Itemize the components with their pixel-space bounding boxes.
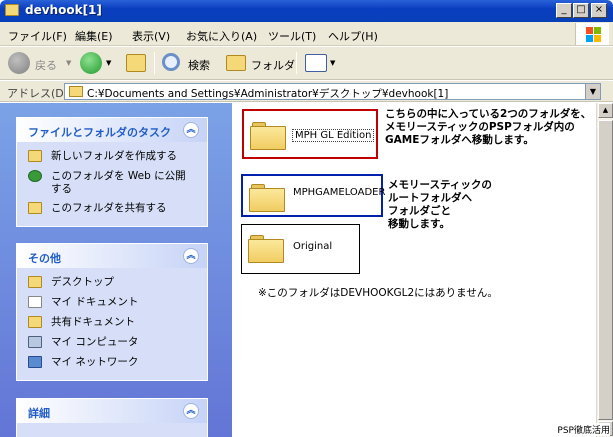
details-panel-header[interactable]: 詳細 ︽ — [17, 399, 207, 423]
forward-arrow-icon[interactable] — [80, 52, 102, 74]
task-label[interactable]: このフォルダを共有する — [51, 202, 167, 215]
close-button[interactable]: × — [591, 3, 607, 18]
task-share-folder[interactable]: このフォルダを共有する — [17, 200, 207, 220]
menu-file[interactable]: ファイル(F) — [8, 28, 67, 44]
scroll-up-icon[interactable]: ▲ — [598, 103, 613, 118]
menu-favorites[interactable]: お気に入り(A) — [186, 28, 257, 44]
folder-name[interactable]: MPHGAMELOADER — [293, 187, 385, 198]
task-pane: ファイルとフォルダのタスク ︽ 新しいフォルダを作成する このフォルダを Web… — [0, 103, 232, 437]
computer-icon — [28, 336, 42, 348]
place-my-network[interactable]: マイ ネットワーク — [17, 354, 207, 374]
address-bar: アドレス(D) C:¥Documents and Settings¥Admini… — [0, 81, 613, 102]
share-folder-icon — [28, 202, 42, 214]
address-path[interactable]: C:¥Documents and Settings¥Administrator¥… — [87, 86, 448, 101]
toolbar-separator — [296, 52, 297, 74]
place-desktop[interactable]: デスクトップ — [17, 274, 207, 294]
title-bar: devhook[1] _ □ × — [0, 0, 613, 22]
task-label[interactable]: 新しいフォルダを作成する — [51, 150, 177, 163]
documents-icon — [28, 296, 42, 308]
views-icon[interactable] — [305, 54, 327, 72]
globe-icon — [28, 170, 42, 182]
folder-up-icon[interactable] — [126, 54, 146, 72]
folder-item-mph-gl-edition[interactable]: MPH GL Edition — [242, 109, 378, 159]
red-annotation: こちらの中に入っている2つのフォルダを、 メモリースティックのPSPフォルダ内の… — [385, 108, 592, 146]
views-dropdown-icon[interactable]: ▼ — [330, 59, 335, 67]
address-field[interactable]: C:¥Documents and Settings¥Administrator¥… — [64, 83, 601, 100]
folder-name[interactable]: Original — [293, 241, 332, 252]
menu-view[interactable]: 表示(V) — [132, 28, 170, 44]
folders-icon[interactable] — [226, 55, 246, 71]
address-dropdown-icon[interactable]: ▼ — [585, 84, 600, 99]
window-title: devhook[1] — [25, 3, 102, 17]
task-new-folder[interactable]: 新しいフォルダを作成する — [17, 148, 207, 168]
folders-button[interactable]: フォルダ — [251, 57, 295, 73]
forward-dropdown-icon[interactable]: ▼ — [106, 59, 111, 67]
place-label[interactable]: デスクトップ — [51, 276, 114, 289]
places-panel-header[interactable]: その他 ︽ — [17, 244, 207, 268]
new-folder-icon — [28, 150, 42, 162]
desktop-icon — [28, 276, 42, 288]
details-panel: 詳細 ︽ — [16, 398, 208, 437]
folder-icon — [250, 120, 286, 150]
maximize-button[interactable]: □ — [573, 3, 589, 18]
folder-note: ※このフォルダはDEVHOOKGL2にはありません。 — [258, 287, 498, 299]
back-arrow-icon[interactable] — [8, 52, 30, 74]
details-panel-title: 詳細 — [28, 407, 50, 420]
menu-tools[interactable]: ツール(T) — [268, 28, 316, 44]
folder-name[interactable]: MPH GL Edition — [292, 129, 375, 142]
task-label[interactable]: このフォルダを Web に公開 する — [51, 170, 186, 196]
folder-icon — [5, 4, 19, 16]
shared-folder-icon — [28, 316, 42, 328]
address-label: アドレス(D) — [7, 87, 69, 100]
place-label[interactable]: 共有ドキュメント — [51, 316, 135, 329]
place-my-computer[interactable]: マイ コンピュータ — [17, 334, 207, 354]
place-label[interactable]: マイ ネットワーク — [51, 356, 138, 369]
place-my-documents[interactable]: マイ ドキュメント — [17, 294, 207, 314]
place-label[interactable]: マイ コンピュータ — [51, 336, 138, 349]
tasks-panel: ファイルとフォルダのタスク ︽ 新しいフォルダを作成する このフォルダを Web… — [16, 117, 208, 227]
collapse-chevron-icon[interactable]: ︽ — [183, 122, 199, 138]
network-icon — [28, 356, 42, 368]
collapse-chevron-icon[interactable]: ︽ — [183, 248, 199, 264]
menu-bar: ファイル(F) 編集(E) 表示(V) お気に入り(A) ツール(T) ヘルプ(… — [0, 22, 613, 46]
search-button[interactable]: 検索 — [188, 57, 210, 73]
collapse-chevron-icon[interactable]: ︽ — [183, 403, 199, 419]
scroll-thumb[interactable] — [598, 120, 613, 420]
back-dropdown-icon[interactable]: ▼ — [66, 59, 71, 67]
menu-edit[interactable]: 編集(E) — [75, 28, 113, 44]
windows-logo-icon — [575, 23, 609, 45]
minimize-button[interactable]: _ — [556, 3, 572, 18]
folder-item-original[interactable]: Original — [241, 224, 360, 274]
search-icon[interactable] — [162, 53, 180, 71]
place-label[interactable]: マイ ドキュメント — [51, 296, 138, 309]
menu-help[interactable]: ヘルプ(H) — [328, 28, 378, 44]
places-panel: その他 ︽ デスクトップ マイ ドキュメント 共有ドキュメント マイ コンピュー… — [16, 243, 208, 381]
back-button[interactable]: 戻る — [35, 57, 57, 73]
blue-annotation: メモリースティックの ルートフォルダへ フォルダごと 移動します。 — [388, 179, 492, 230]
place-shared-documents[interactable]: 共有ドキュメント — [17, 314, 207, 334]
tasks-panel-title: ファイルとフォルダのタスク — [28, 126, 171, 139]
vertical-scrollbar[interactable]: ▲ ▼ — [596, 103, 613, 437]
folder-item-mphgameloader[interactable]: MPHGAMELOADER — [241, 174, 385, 217]
toolbar-separator — [154, 52, 155, 74]
folder-icon — [248, 233, 284, 263]
places-panel-title: その他 — [28, 252, 61, 265]
folder-contents: MPH GL Edition MPHGAMELOADER Original こち… — [232, 103, 596, 437]
toolbar: 戻る ▼ ▼ 検索 フォルダ ▼ — [0, 47, 613, 80]
tasks-panel-header[interactable]: ファイルとフォルダのタスク ︽ — [17, 118, 207, 142]
folder-icon — [69, 86, 83, 97]
credit-text: PSP徹底活用 — [557, 423, 610, 436]
task-publish-web[interactable]: このフォルダを Web に公開 する — [17, 168, 207, 200]
folder-icon — [249, 182, 285, 212]
